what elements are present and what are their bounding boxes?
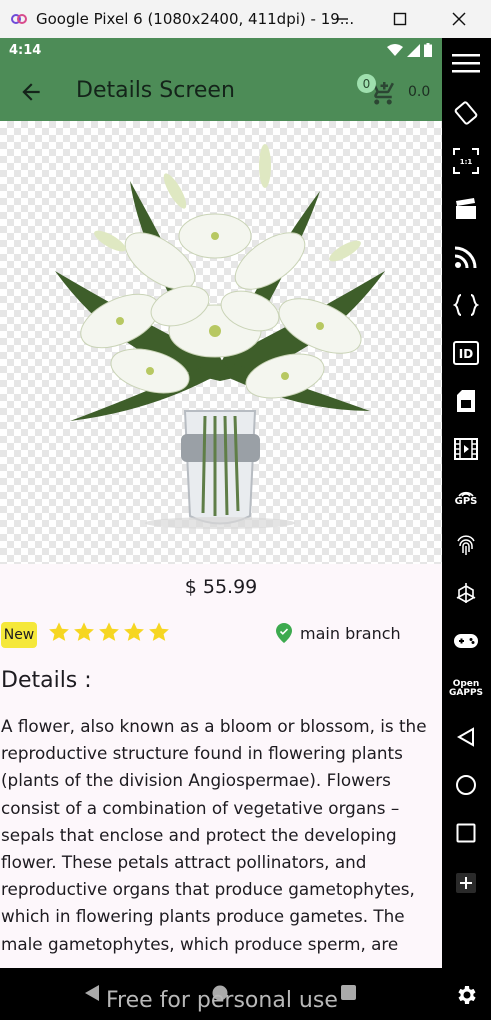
app-bar: Details Screen 0 0.0 xyxy=(0,63,442,121)
star-icon xyxy=(149,622,169,641)
toolbar-recents-button[interactable] xyxy=(451,818,481,848)
add-button[interactable] xyxy=(451,868,481,898)
open-gapps-button[interactable]: Open GAPPS xyxy=(449,674,483,704)
cart-total: 0.0 xyxy=(408,84,431,100)
emulator-side-toolbar: 1:1 ID GPS Open GAPPS xyxy=(442,38,491,1020)
device-id-button[interactable]: ID xyxy=(451,338,481,368)
menu-button[interactable] xyxy=(451,48,481,78)
square-recents-icon xyxy=(456,823,476,843)
settings-button[interactable] xyxy=(451,980,481,1010)
gamepad-button[interactable] xyxy=(451,626,481,656)
close-button[interactable] xyxy=(444,4,474,34)
open-gapps-label: Open GAPPS xyxy=(449,679,484,698)
toolbar-back-button[interactable] xyxy=(451,722,481,752)
rating-stars xyxy=(48,621,170,643)
circle-home-icon xyxy=(456,775,476,795)
back-arrow-icon[interactable] xyxy=(18,79,44,105)
braces-icon xyxy=(453,294,479,316)
nav-recents-icon[interactable] xyxy=(341,985,356,1000)
screen-record-button[interactable] xyxy=(451,194,481,224)
hamburger-menu-icon xyxy=(452,54,480,73)
triangle-back-icon xyxy=(456,727,474,747)
star-icon xyxy=(49,622,69,641)
cart-count-badge: 0 xyxy=(357,74,376,93)
product-price: $ 55.99 xyxy=(184,576,258,598)
star-icon xyxy=(99,622,119,641)
fullscreen-icon: 1:1 xyxy=(453,148,479,174)
screen-title: Details Screen xyxy=(76,78,235,103)
window-title: Google Pixel 6 (1080x2400, 411dpi) - 19.… xyxy=(36,10,355,28)
rotate-button[interactable] xyxy=(451,98,481,128)
minimize-icon xyxy=(336,18,348,20)
gps-icon: GPS xyxy=(454,488,478,507)
sensors-button[interactable] xyxy=(451,578,481,608)
film-strip-icon xyxy=(454,438,478,460)
flower-vase-illustration xyxy=(55,144,385,529)
window-titlebar: Google Pixel 6 (1080x2400, 411dpi) - 19.… xyxy=(0,0,491,39)
gps-button[interactable]: GPS xyxy=(451,482,481,512)
sim-card-icon xyxy=(457,390,475,412)
rotate-icon xyxy=(454,101,478,125)
cell-signal-icon xyxy=(407,43,420,57)
details-heading: Details : xyxy=(1,668,92,693)
gear-icon xyxy=(458,986,476,1004)
maximize-button[interactable] xyxy=(385,4,415,34)
star-icon xyxy=(74,622,94,641)
product-image xyxy=(0,121,442,564)
star-icon xyxy=(124,622,144,641)
maximize-icon xyxy=(393,12,407,26)
fullscreen-ratio-label: 1:1 xyxy=(460,158,473,166)
fullscreen-button[interactable]: 1:1 xyxy=(451,146,481,176)
cast-button[interactable] xyxy=(451,242,481,272)
fingerprint-icon xyxy=(457,535,475,555)
new-badge: New xyxy=(1,622,37,648)
location-pin-icon xyxy=(276,623,292,643)
wifi-icon xyxy=(387,43,403,56)
developer-button[interactable] xyxy=(451,290,481,320)
fingerprint-button[interactable] xyxy=(451,530,481,560)
emulator-app-icon xyxy=(11,14,27,24)
media-button[interactable] xyxy=(451,434,481,464)
id-card-icon: ID xyxy=(453,341,479,365)
minimize-button[interactable] xyxy=(327,4,357,34)
battery-icon xyxy=(424,43,432,57)
toolbar-home-button[interactable] xyxy=(451,770,481,800)
nav-back-icon[interactable] xyxy=(84,984,100,1002)
rss-cast-icon xyxy=(455,246,477,268)
product-description: A flower, also known as a bloom or bloss… xyxy=(1,716,427,954)
id-card-label: ID xyxy=(459,347,473,361)
gamepad-icon xyxy=(454,634,478,648)
phone-screen: 4:14 Details Screen 0 0.0 $ 55.99 New ma… xyxy=(0,38,442,968)
plus-icon xyxy=(456,873,476,893)
close-icon xyxy=(452,12,466,26)
status-bar: 4:14 xyxy=(0,38,442,63)
status-time: 4:14 xyxy=(9,43,42,58)
status-icons xyxy=(387,43,432,57)
watermark-text: Free for personal use xyxy=(106,988,338,1013)
axis-sensor-icon xyxy=(456,583,476,603)
branch-name: main branch xyxy=(300,623,401,643)
sim-button[interactable] xyxy=(451,386,481,416)
gps-label: GPS xyxy=(454,495,478,507)
clapperboard-icon xyxy=(456,198,476,219)
android-nav-bar: Free for personal use xyxy=(0,968,442,1020)
branch-location: main branch xyxy=(276,623,401,643)
